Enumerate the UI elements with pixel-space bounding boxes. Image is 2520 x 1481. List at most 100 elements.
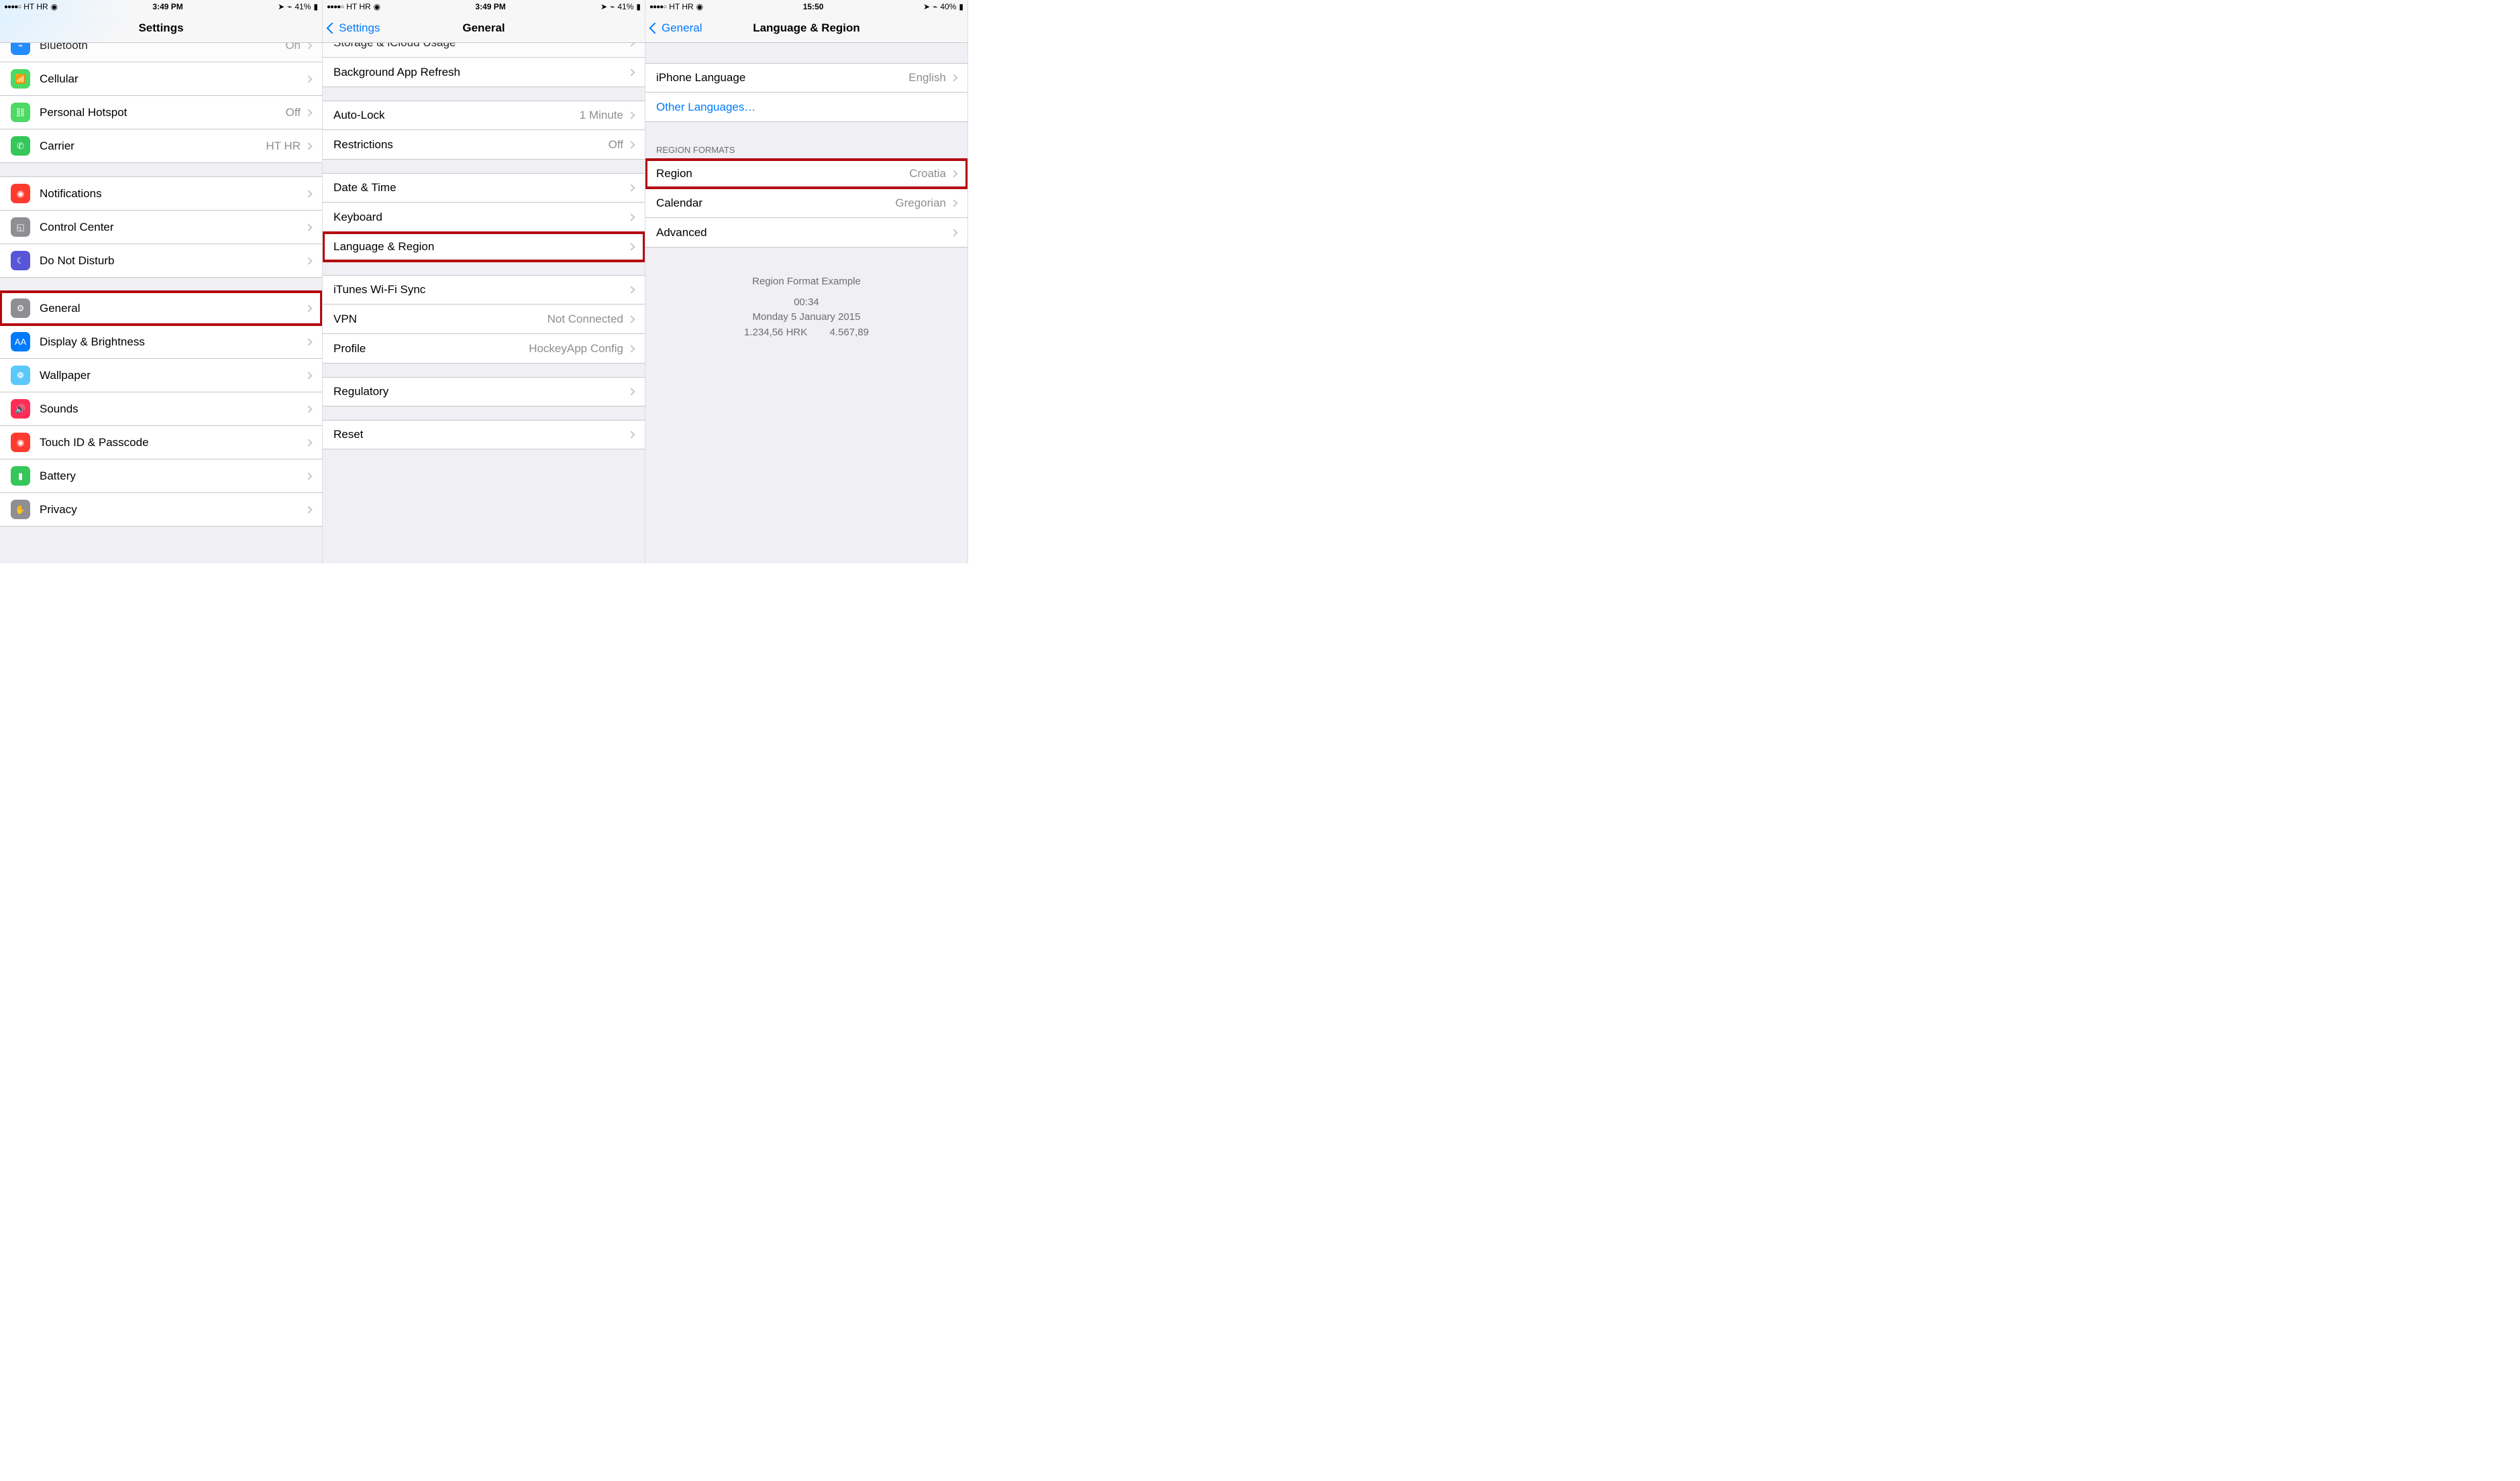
example-line2: Monday 5 January 2015 bbox=[656, 310, 957, 325]
chevron-right-icon bbox=[305, 439, 312, 446]
settings-row-touch-id-passcode[interactable]: ◉Touch ID & Passcode bbox=[0, 426, 322, 459]
cellular-icon: 📶 bbox=[11, 69, 30, 89]
settings-row-profile[interactable]: ProfileHockeyApp Config bbox=[323, 334, 645, 364]
language-region-list[interactable]: iPhone LanguageEnglishOther Languages…RE… bbox=[645, 43, 967, 563]
chevron-right-icon bbox=[950, 199, 957, 207]
hotspot-icon: ⛓ bbox=[11, 103, 30, 122]
carrier-icon: ✆ bbox=[11, 136, 30, 156]
settings-row-bluetooth[interactable]: ⌁ BluetoothOn bbox=[0, 43, 322, 62]
battery-percent: 40% bbox=[940, 2, 956, 11]
back-label: General bbox=[662, 21, 702, 35]
settings-row-privacy[interactable]: ✋Privacy bbox=[0, 493, 322, 527]
page-title: Settings bbox=[138, 21, 183, 35]
general-list[interactable]: Storage & iCloud Usage Background App Ref… bbox=[323, 43, 645, 563]
region-format-example: Region Format Example 00:34Monday 5 Janua… bbox=[645, 261, 967, 353]
settings-row-advanced[interactable]: Advanced bbox=[645, 218, 967, 248]
settings-group: ⌁ BluetoothOn 📶Cellular⛓Personal HotspotOf… bbox=[0, 43, 322, 163]
row-label: Touch ID & Passcode bbox=[40, 436, 306, 449]
chevron-right-icon bbox=[627, 243, 635, 250]
battery-icon: ▮ bbox=[11, 466, 30, 486]
settings-row-carrier[interactable]: ✆CarrierHT HR bbox=[0, 129, 322, 163]
settings-row-auto-lock[interactable]: Auto-Lock1 Minute bbox=[323, 101, 645, 130]
settings-row-background-app-refresh[interactable]: Background App Refresh bbox=[323, 58, 645, 87]
chevron-right-icon bbox=[305, 142, 312, 150]
settings-row-notifications[interactable]: ◉Notifications bbox=[0, 176, 322, 211]
settings-row-other-languages[interactable]: Other Languages… bbox=[645, 93, 967, 122]
settings-row-personal-hotspot[interactable]: ⛓Personal HotspotOff bbox=[0, 96, 322, 129]
bluetooth-icon: ⌁ bbox=[11, 43, 30, 55]
row-label: iPhone Language bbox=[656, 71, 908, 85]
status-time: 3:49 PM bbox=[475, 2, 505, 11]
chevron-right-icon bbox=[305, 506, 312, 513]
settings-row-battery[interactable]: ▮ Battery bbox=[0, 459, 322, 493]
settings-row-control-center[interactable]: ◱ Control Center bbox=[0, 211, 322, 244]
row-label: VPN bbox=[333, 313, 547, 326]
example-title: Region Format Example bbox=[656, 274, 957, 290]
status-time: 3:49 PM bbox=[152, 2, 182, 11]
notifications-icon: ◉ bbox=[11, 184, 30, 203]
settings-row-do-not-disturb[interactable]: ☾Do Not Disturb bbox=[0, 244, 322, 278]
bluetooth-icon: ⌁ bbox=[933, 2, 937, 11]
signal-dots-icon: ●●●●○ bbox=[649, 3, 666, 11]
settings-row-date-time[interactable]: Date & Time bbox=[323, 173, 645, 203]
row-label: Background App Refresh bbox=[333, 66, 629, 79]
settings-group: ◉Notifications ◱ Control Center ☾Do Not Dis… bbox=[0, 176, 322, 278]
chevron-right-icon bbox=[305, 223, 312, 231]
settings-row-vpn[interactable]: VPNNot Connected bbox=[323, 305, 645, 334]
battery-icon: ▮ bbox=[959, 2, 963, 11]
location-icon: ➤ bbox=[923, 2, 930, 11]
chevron-right-icon bbox=[305, 338, 312, 345]
row-label: Storage & iCloud Usage bbox=[333, 43, 629, 50]
settings-list[interactable]: ⌁ BluetoothOn 📶Cellular⛓Personal HotspotOf… bbox=[0, 43, 322, 563]
settings-group: Auto-Lock1 MinuteRestrictionsOff bbox=[323, 101, 645, 160]
signal-dots-icon: ●●●●○ bbox=[4, 3, 21, 11]
back-button[interactable]: Settings bbox=[328, 21, 380, 35]
settings-group: iTunes Wi-Fi SyncVPNNot ConnectedProfile… bbox=[323, 275, 645, 364]
row-value: HockeyApp Config bbox=[529, 342, 623, 355]
back-button[interactable]: General bbox=[651, 21, 702, 35]
settings-row-regulatory[interactable]: Regulatory bbox=[323, 377, 645, 406]
settings-group: REGION FORMATSRegionCroatiaCalendarGrego… bbox=[645, 135, 967, 248]
nav-bar: General Language & Region bbox=[645, 13, 967, 43]
settings-row-cellular[interactable]: 📶Cellular bbox=[0, 62, 322, 96]
chevron-right-icon bbox=[305, 75, 312, 83]
row-value: Not Connected bbox=[547, 313, 623, 326]
row-value: Gregorian bbox=[895, 197, 946, 210]
row-label: Control Center bbox=[40, 221, 306, 234]
settings-row-wallpaper[interactable]: ❁Wallpaper bbox=[0, 359, 322, 392]
settings-row-general[interactable]: ⚙General bbox=[0, 291, 322, 325]
carrier-label: HT HR bbox=[346, 2, 370, 11]
control-center-icon: ◱ bbox=[11, 217, 30, 237]
settings-row-calendar[interactable]: CalendarGregorian bbox=[645, 188, 967, 218]
row-label: Date & Time bbox=[333, 181, 629, 195]
settings-row-restrictions[interactable]: RestrictionsOff bbox=[323, 130, 645, 160]
row-label: Bluetooth bbox=[40, 43, 285, 52]
example-line1: 00:34 bbox=[656, 295, 957, 311]
battery-icon: ▮ bbox=[313, 2, 318, 11]
back-label: Settings bbox=[339, 21, 380, 35]
chevron-left-icon bbox=[327, 22, 338, 34]
chevron-right-icon bbox=[305, 372, 312, 379]
battery-icon: ▮ bbox=[636, 2, 641, 11]
settings-row-iphone-language[interactable]: iPhone LanguageEnglish bbox=[645, 63, 967, 93]
settings-group: iPhone LanguageEnglishOther Languages… bbox=[645, 63, 967, 122]
chevron-right-icon bbox=[305, 190, 312, 197]
chevron-right-icon bbox=[627, 286, 635, 293]
row-value: English bbox=[908, 71, 946, 85]
row-label: Wallpaper bbox=[40, 369, 306, 382]
settings-row-storage-icloud-usage[interactable]: Storage & iCloud Usage bbox=[323, 43, 645, 58]
screen-general: ●●●●○ HT HR ◉ 3:49 PM ➤ ⌁ 41% ▮ Settings… bbox=[323, 0, 645, 563]
settings-row-reset[interactable]: Reset bbox=[323, 420, 645, 449]
row-value: On bbox=[285, 43, 301, 52]
row-label: Calendar bbox=[656, 197, 895, 210]
settings-row-region[interactable]: RegionCroatia bbox=[645, 159, 967, 188]
sounds-icon: 🔊 bbox=[11, 399, 30, 419]
wifi-icon: ◉ bbox=[374, 2, 380, 11]
display-icon: AA bbox=[11, 332, 30, 351]
settings-row-itunes-wi-fi-sync[interactable]: iTunes Wi-Fi Sync bbox=[323, 275, 645, 305]
settings-row-display-brightness[interactable]: AADisplay & Brightness bbox=[0, 325, 322, 359]
settings-row-sounds[interactable]: 🔊Sounds bbox=[0, 392, 322, 426]
row-label: Battery bbox=[40, 470, 306, 483]
settings-row-language-region[interactable]: Language & Region bbox=[323, 232, 645, 262]
settings-row-keyboard[interactable]: Keyboard bbox=[323, 203, 645, 232]
